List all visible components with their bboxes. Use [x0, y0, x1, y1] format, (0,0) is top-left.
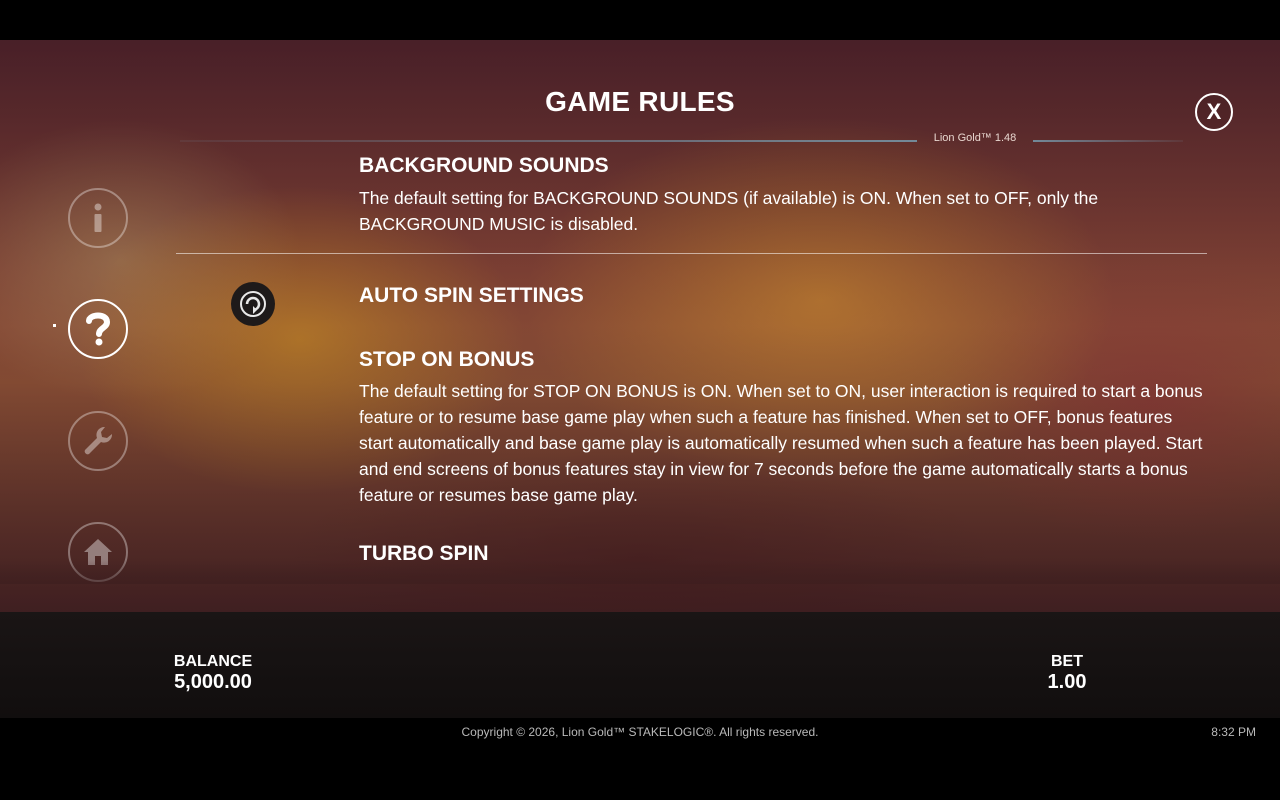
status-bar: BALANCE 5,000.00 BET 1.00 [0, 612, 1280, 718]
section-text-stop-on-bonus: The default setting for STOP ON BONUS is… [359, 381, 1203, 505]
section-heading-stop-on-bonus: STOP ON BONUS [359, 348, 535, 371]
clock: 8:32 PM [1211, 725, 1256, 739]
balance-value: 5,000.00 [174, 671, 252, 693]
auto-spin-icon [231, 282, 275, 326]
wrench-icon [84, 426, 113, 455]
sidebar-item-info[interactable] [68, 188, 128, 248]
question-icon [86, 312, 111, 346]
section-heading-background-sounds: BACKGROUND SOUNDS [359, 154, 609, 177]
rules-content[interactable]: BACKGROUND SOUNDS The default setting fo… [0, 152, 1280, 584]
close-button[interactable]: X [1195, 93, 1233, 131]
version-label: Lion Gold™ 1.48 [933, 132, 1017, 144]
balance-display: BALANCE 5,000.00 [163, 653, 263, 693]
bet-value: 1.00 [1047, 671, 1087, 693]
close-icon: X [1206, 99, 1222, 124]
bet-label: BET [1051, 653, 1083, 670]
section-heading-auto-spin: AUTO SPIN SETTINGS [359, 284, 584, 307]
bet-display: BET 1.00 [1027, 653, 1107, 693]
header-divider-left [180, 140, 917, 142]
section-text-background-sounds: The default setting for BACKGROUND SOUND… [359, 188, 1099, 234]
page-title: GAME RULES [545, 86, 735, 117]
sidebar-item-settings[interactable] [68, 411, 128, 471]
top-bar [0, 0, 1280, 40]
header-divider-right [1033, 140, 1183, 142]
footer: Copyright © 2026, Lion Gold™ STAKELOGIC®… [0, 718, 1280, 800]
balance-label: BALANCE [173, 653, 253, 670]
info-icon [94, 203, 102, 232]
section-divider [176, 253, 1207, 254]
copyright-text: Copyright © 2026, Lion Gold™ STAKELOGIC®… [461, 725, 819, 739]
sidebar-item-help[interactable] [68, 299, 128, 359]
content-fade [0, 560, 1280, 584]
active-indicator [53, 324, 56, 327]
